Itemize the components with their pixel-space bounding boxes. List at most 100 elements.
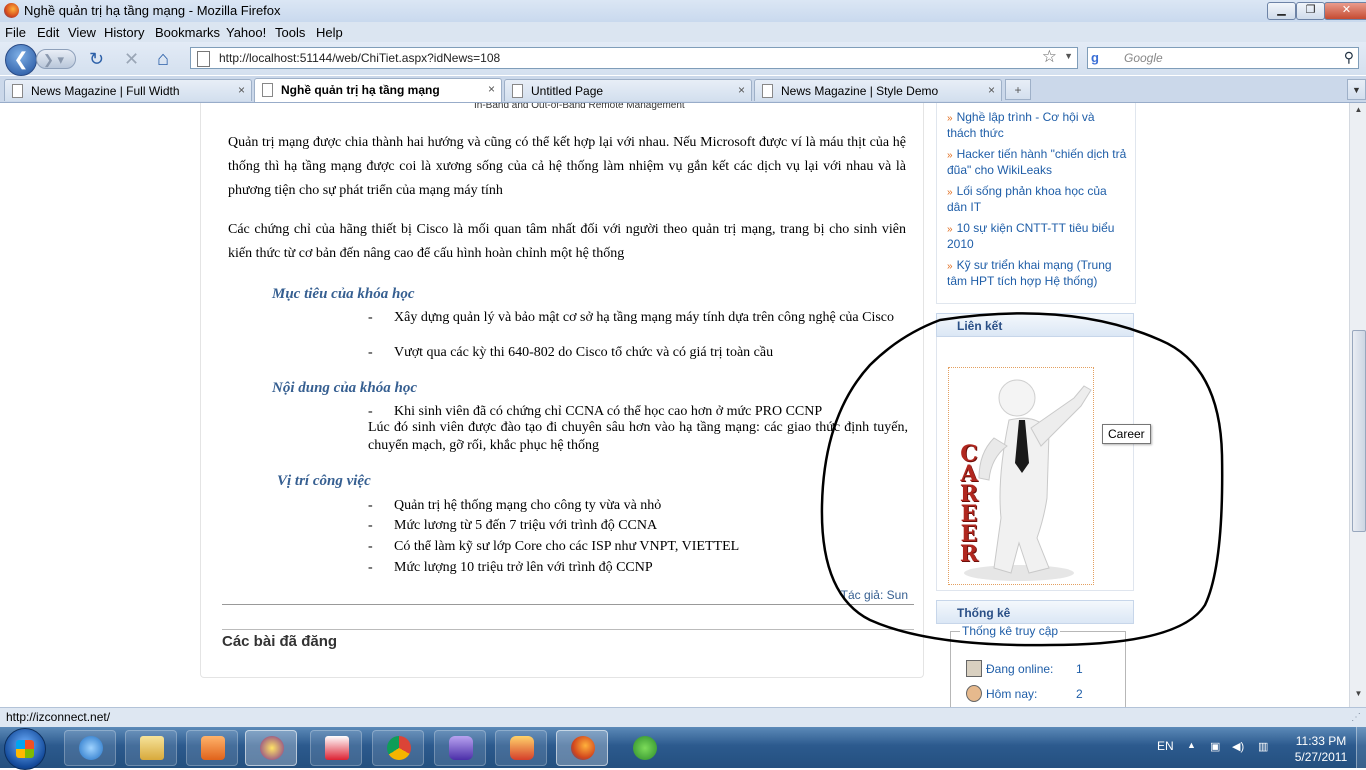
parrot-app-icon[interactable] <box>618 730 670 766</box>
news-link[interactable]: » Kỹ sư triển khai mạng (Trung tâm HPT tí… <box>947 258 1127 289</box>
minimize-button[interactable]: ▁ <box>1267 2 1296 20</box>
bookmark-star-icon[interactable]: ☆ <box>1042 47 1057 67</box>
search-engine-icon[interactable]: g <box>1091 50 1107 66</box>
divider <box>222 604 914 605</box>
tab-list-button[interactable]: ▼ <box>1347 79 1366 100</box>
menu-help[interactable]: Help <box>316 25 343 40</box>
links-widget-title: Liên kết <box>957 319 1003 333</box>
author-link[interactable]: Tác giả: Sun <box>841 588 908 602</box>
volume-icon[interactable]: ◀) <box>1232 740 1244 753</box>
tab-label: News Magazine | Full Width <box>31 84 180 98</box>
windows-explorer-icon[interactable] <box>125 730 177 766</box>
news-link-text[interactable]: Hacker tiến hành "chiến dịch trả đũa" ch… <box>947 147 1126 177</box>
chrome-icon[interactable] <box>372 730 424 766</box>
reload-icon[interactable]: ↻ <box>89 49 104 69</box>
back-button[interactable]: ❮ <box>5 44 37 76</box>
tab-close-icon[interactable]: × <box>988 83 995 97</box>
device-icon[interactable]: ▣ <box>1210 740 1222 753</box>
menu-view[interactable]: View <box>68 25 96 40</box>
search-bar[interactable]: g Google ⚲ <box>1087 47 1359 69</box>
tab-close-icon[interactable]: × <box>488 82 495 96</box>
career-banner[interactable]: CAREER <box>948 367 1094 585</box>
resize-grip-icon[interactable]: ⋰ <box>1351 712 1363 724</box>
news-link[interactable]: » Lối sống phản khoa học của dân IT <box>947 184 1127 215</box>
home-icon[interactable]: ⌂ <box>157 49 169 69</box>
firefox-taskbar-icon[interactable] <box>556 730 608 766</box>
tab-label: Nghề quản trị hạ tầng mạng <box>281 83 440 97</box>
stop-icon[interactable]: ✕ <box>124 49 139 69</box>
url-dropdown-icon[interactable]: ▼ <box>1064 51 1073 61</box>
tab-news-full-width[interactable]: News Magazine | Full Width × <box>4 79 252 101</box>
menu-history[interactable]: History <box>104 25 144 40</box>
window-title: Nghề quản trị hạ tầng mạng - Mozilla Fir… <box>24 3 281 18</box>
menu-tools[interactable]: Tools <box>275 25 305 40</box>
stats-widget-title: Thống kê <box>957 606 1011 620</box>
links-widget-header: Liên kết <box>936 313 1134 337</box>
internet-explorer-icon[interactable] <box>64 730 116 766</box>
new-tab-button[interactable]: + <box>1005 79 1031 100</box>
news-link[interactable]: » Nghề lập trình - Cơ hội và thách thức <box>947 110 1127 141</box>
news-link-text[interactable]: Kỹ sư triển khai mạng (Trung tâm HPT tíc… <box>947 258 1112 288</box>
news-link-text[interactable]: Lối sống phản khoa học của dân IT <box>947 184 1107 214</box>
unikey-icon[interactable] <box>310 730 362 766</box>
arrow-icon: » <box>947 224 953 235</box>
menu-file[interactable]: File <box>5 25 26 40</box>
show-desktop-button[interactable] <box>1356 727 1366 768</box>
tab-page-icon <box>762 84 773 98</box>
list-item: - Khi sinh viên đã có chứng chỉ CCNA có … <box>368 403 908 420</box>
language-indicator[interactable]: EN <box>1157 739 1174 753</box>
news-link[interactable]: » Hacker tiến hành "chiến dịch trả đũa" c… <box>947 147 1127 178</box>
search-icon[interactable]: ⚲ <box>1344 49 1354 66</box>
url-text[interactable]: http://localhost:51144/web/ChiTiet.aspx?… <box>219 51 500 65</box>
news-link[interactable]: » 10 sự kiện CNTT-TT tiêu biểu 2010 <box>947 221 1127 252</box>
list-item: - Vượt qua các kỳ thi 640-802 do Cisco t… <box>368 344 908 361</box>
scroll-up-icon[interactable]: ▲ <box>1352 105 1365 119</box>
show-hidden-icons-icon[interactable]: ▲ <box>1187 740 1199 752</box>
network-icon[interactable]: ▥ <box>1258 740 1270 753</box>
vertical-scrollbar[interactable]: ▲ ▼ <box>1349 103 1366 707</box>
status-text: http://izconnect.net/ <box>6 710 111 724</box>
related-news-box: » Nghề lập trình - Cơ hội và thách thức »… <box>936 103 1136 304</box>
scroll-down-icon[interactable]: ▼ <box>1352 689 1365 703</box>
clock[interactable]: 11:33 PM 5/27/2011 <box>1291 733 1351 765</box>
yahoo-messenger-icon[interactable] <box>245 730 297 766</box>
tab-untitled-page[interactable]: Untitled Page × <box>504 79 752 101</box>
url-bar[interactable]: http://localhost:51144/web/ChiTiet.aspx?… <box>190 47 1078 69</box>
search-placeholder[interactable]: Google <box>1124 51 1163 65</box>
list-item-text: Vượt qua các kỳ thi 640-802 do Cisco tổ … <box>394 345 774 360</box>
tab-close-icon[interactable]: × <box>738 83 745 97</box>
scroll-thumb[interactable] <box>1352 330 1366 532</box>
forward-button[interactable]: ❯ ▾ <box>36 49 76 69</box>
menu-yahoo[interactable]: Yahoo! <box>226 25 266 40</box>
maximize-button[interactable]: ❐ <box>1296 2 1325 20</box>
list-item: - Xây dựng quản lý và bảo mật cơ sở hạ t… <box>368 309 908 326</box>
taskbar: EN ▲ ▣ ◀) ▥ 11:33 PM 5/27/2011 <box>0 727 1366 770</box>
sidebar: » Nghề lập trình - Cơ hội và thách thức »… <box>936 103 1136 707</box>
career-letters: CAREER <box>959 441 979 567</box>
tab-nghe-quan-tri[interactable]: Nghề quản trị hạ tầng mạng × <box>254 78 502 102</box>
list-item-text: Xây dựng quản lý và bảo mật cơ sở hạ tần… <box>394 310 895 325</box>
section-heading: Vị trí công việc <box>277 473 371 489</box>
list-item-text: Khi sinh viên đã có chứng chỉ CCNA có th… <box>394 404 823 419</box>
start-button[interactable] <box>4 728 46 770</box>
menu-bookmarks[interactable]: Bookmarks <box>155 25 220 40</box>
paragraph-text: Lúc đó sinh viên được đào tạo đi chuyên … <box>368 420 908 453</box>
bullet-dash: - <box>368 498 373 513</box>
menu-edit[interactable]: Edit <box>37 25 59 40</box>
news-link-text[interactable]: 10 sự kiện CNTT-TT tiêu biểu 2010 <box>947 221 1114 251</box>
clock-time: 11:33 PM <box>1295 734 1347 748</box>
close-window-button[interactable]: ✕ <box>1324 2 1366 20</box>
visual-studio-icon[interactable] <box>434 730 486 766</box>
tab-close-icon[interactable]: × <box>238 83 245 97</box>
status-bar: http://izconnect.net/ ⋰ <box>0 707 1366 727</box>
windows-logo-icon <box>16 740 34 758</box>
bullet-dash: - <box>368 539 373 554</box>
arrow-icon: » <box>947 187 953 198</box>
sql-server-icon[interactable] <box>495 730 547 766</box>
media-player-icon[interactable] <box>186 730 238 766</box>
tab-bar: News Magazine | Full Width × Nghề quản t… <box>0 76 1366 103</box>
list-item-text: Có thể làm kỹ sư lớp Core cho các ISP nh… <box>394 539 740 554</box>
tab-news-style-demo[interactable]: News Magazine | Style Demo × <box>754 79 1002 101</box>
divider <box>222 629 914 630</box>
news-link-text[interactable]: Nghề lập trình - Cơ hội và thách thức <box>947 110 1095 140</box>
